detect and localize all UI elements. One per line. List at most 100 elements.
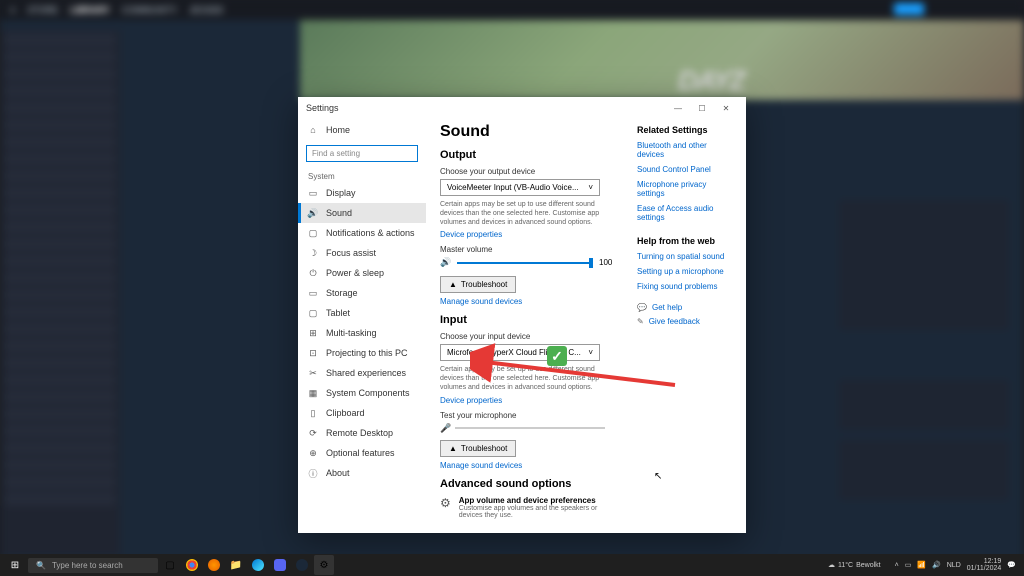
power-icon: ⏻ [308,268,318,278]
nav-projecting[interactable]: ⊡Projecting to this PC [298,343,426,363]
weather-widget[interactable]: ☁ 11°C Bewolkt [828,561,881,569]
about-icon: ⓘ [308,468,318,478]
storage-icon: ▭ [308,288,318,298]
ease-link[interactable]: Ease of Access audio settings [637,204,732,222]
nav-power[interactable]: ⏻Power & sleep [298,263,426,283]
taskbar: ⊞ 🔍Type here to search ▢ 📁 ⚙ ☁ 11°C Bewo… [0,554,1024,576]
spatial-link[interactable]: Turning on spatial sound [637,252,732,261]
taskbar-search[interactable]: 🔍Type here to search [28,558,158,573]
start-button[interactable]: ⊞ [4,554,26,576]
system-tray: ☁ 11°C Bewolkt ˄ ▭ 📶 🔊 NLD 12:19 01/11/2… [828,558,1020,572]
settings-content: Sound Output Choose your output device V… [426,119,746,533]
output-desc: Certain apps may be set up to use differ… [440,200,617,227]
bluetooth-link[interactable]: Bluetooth and other devices [637,141,732,159]
privacy-link[interactable]: Microphone privacy settings [637,180,732,198]
nav-clipboard[interactable]: ▯Clipboard [298,403,426,423]
projecting-icon: ⊡ [308,348,318,358]
nav-storage[interactable]: ▭Storage [298,283,426,303]
input-device-props-link[interactable]: Device properties [440,396,617,405]
input-device-dropdown[interactable]: Microfoon (HyperX Cloud Flight S C... ˅ [440,344,600,361]
nav-tablet[interactable]: ▢Tablet [298,303,426,323]
help-heading: Help from the web [637,236,732,246]
input-manage-link[interactable]: Manage sound devices [440,461,617,470]
clipboard-icon: ▯ [308,408,318,418]
explorer-icon[interactable]: 📁 [226,555,246,575]
output-manage-link[interactable]: Manage sound devices [440,297,617,306]
steam-panel [839,200,1009,330]
clock[interactable]: 12:19 01/11/2024 [967,558,1002,572]
nav-notifications[interactable]: ▢Notifications & actions [298,223,426,243]
notifications-tray-icon[interactable]: 💬 [1007,561,1016,569]
fixing-link[interactable]: Fixing sound problems [637,282,732,291]
warning-icon: ▲ [449,444,457,453]
settings-window: Settings — ☐ ✕ ⌂ Home Find a setting Sys… [298,97,746,533]
wifi-icon[interactable]: 📶 [917,561,926,569]
chrome-icon[interactable] [182,555,202,575]
get-help-link[interactable]: 💬 Get help [637,303,732,312]
search-input[interactable]: Find a setting [306,145,418,162]
nav-remote[interactable]: ⟳Remote Desktop [298,423,426,443]
edge-icon[interactable] [248,555,268,575]
titlebar: Settings — ☐ ✕ [298,97,746,119]
game-logo: DAYZ [678,65,744,97]
master-volume-label: Master volume [440,245,617,254]
window-title: Settings [306,103,339,113]
setup-mic-link[interactable]: Setting up a microphone [637,267,732,276]
settings-taskbar-icon[interactable]: ⚙ [314,555,334,575]
battery-icon[interactable]: ▭ [905,561,912,569]
settings-sidebar: ⌂ Home Find a setting System ▭Display 🔊S… [298,119,426,533]
minimize-button[interactable]: — [666,99,690,117]
speaker-icon: 🔊 [440,257,451,268]
nav-display[interactable]: ▭Display [298,183,426,203]
steam-action-button [894,3,924,15]
nav-sound[interactable]: 🔊Sound [298,203,426,223]
volume-slider[interactable] [457,262,593,264]
nav-focus[interactable]: ☽Focus assist [298,243,426,263]
steam-sidebar [0,30,120,556]
volume-value: 100 [599,258,617,267]
tablet-icon: ▢ [308,308,318,318]
output-device-dropdown[interactable]: VoiceMeeter Input (VB-Audio Voice... ˅ [440,179,600,196]
components-icon: ▦ [308,388,318,398]
output-troubleshoot-button[interactable]: ▲Troubleshoot [440,276,516,293]
sliders-icon: ⚙ [440,496,451,510]
sound-icon: 🔊 [308,208,318,218]
feedback-link[interactable]: ✎ Give feedback [637,317,732,326]
discord-icon[interactable] [270,555,290,575]
nav-shared[interactable]: ✂Shared experiences [298,363,426,383]
cursor-icon: ↖ [654,471,662,482]
home-button[interactable]: ⌂ Home [298,119,426,141]
shared-icon: ✂ [308,368,318,378]
display-icon: ▭ [308,188,318,198]
close-button[interactable]: ✕ [714,99,738,117]
nav-optional[interactable]: ⊕Optional features [298,443,426,463]
nav-about[interactable]: ⓘAbout [298,463,426,483]
input-troubleshoot-button[interactable]: ▲Troubleshoot [440,440,516,457]
feedback-icon: ✎ [637,317,644,326]
firefox-icon[interactable] [204,555,224,575]
mic-level-bar [455,427,605,429]
chevron-down-icon: ˅ [588,348,593,357]
app-volume-prefs[interactable]: ⚙ App volume and device preferences Cust… [440,496,617,519]
task-view-button[interactable]: ▢ [160,555,180,575]
advanced-heading: Advanced sound options [440,478,617,490]
output-device-props-link[interactable]: Device properties [440,230,617,239]
help-icon: 💬 [637,303,647,312]
steam-panel [839,440,1009,500]
control-panel-link[interactable]: Sound Control Panel [637,165,732,174]
tray-chevron-icon[interactable]: ˄ [895,562,899,569]
optional-icon: ⊕ [308,448,318,458]
maximize-button[interactable]: ☐ [690,99,714,117]
page-title: Sound [440,123,617,141]
home-icon: ⌂ [308,125,318,135]
language-indicator[interactable]: NLD [947,562,961,569]
nav-components[interactable]: ▦System Components [298,383,426,403]
nav-multitask[interactable]: ⊞Multi-tasking [298,323,426,343]
input-desc: Certain apps may be set up to use differ… [440,365,617,392]
test-mic-label: Test your microphone [440,411,617,420]
weather-icon: ☁ [828,561,835,569]
notifications-icon: ▢ [308,228,318,238]
volume-tray-icon[interactable]: 🔊 [932,561,941,569]
focus-icon: ☽ [308,248,318,258]
steam-icon[interactable] [292,555,312,575]
